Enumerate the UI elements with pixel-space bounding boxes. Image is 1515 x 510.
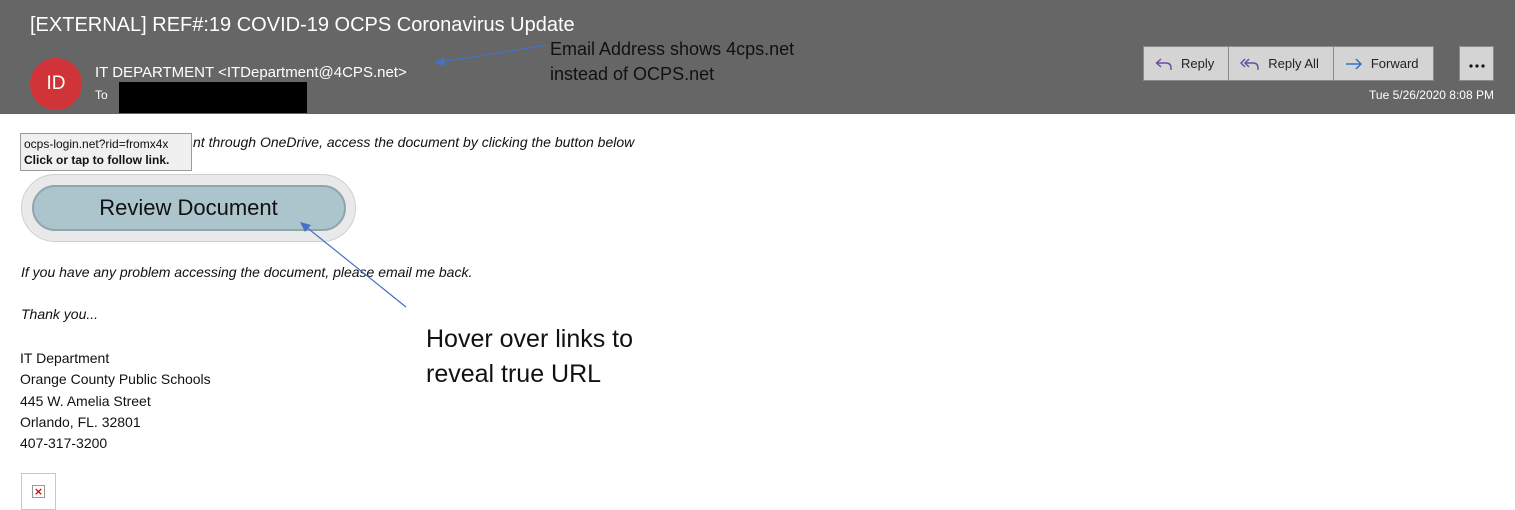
sender-avatar[interactable]: ID bbox=[30, 58, 82, 110]
email-callout-line: instead of OCPS.net bbox=[550, 64, 715, 84]
signature-line: Orlando, FL. 32801 bbox=[20, 413, 141, 430]
redacted-recipient bbox=[119, 82, 307, 113]
message-date: Tue 5/26/2020 8:08 PM bbox=[1369, 88, 1494, 102]
signature-line: Orange County Public Schools bbox=[20, 371, 211, 388]
to-label: To bbox=[95, 88, 108, 102]
signature-block: IT Department Orange County Public Schoo… bbox=[20, 348, 211, 454]
reply-all-label: Reply All bbox=[1268, 56, 1319, 71]
hover-links-callout: Hover over links to reveal true URL bbox=[426, 322, 633, 392]
review-document-button[interactable]: Review Document bbox=[31, 185, 346, 231]
review-document-frame: Review Document bbox=[21, 174, 356, 242]
sender-address[interactable]: IT DEPARTMENT <ITDepartment@4CPS.net> bbox=[95, 64, 407, 81]
signature-line: IT Department bbox=[20, 350, 110, 366]
intro-text-visible: nt through OneDrive, access the document… bbox=[193, 134, 635, 150]
hover-callout-line: Hover over links to bbox=[426, 325, 634, 353]
hover-callout-line: reveal true URL bbox=[426, 360, 602, 388]
broken-image-icon: × bbox=[32, 485, 45, 498]
message-actions: Reply Reply All Forward bbox=[1143, 46, 1434, 81]
signature-line: 407-317-3200 bbox=[20, 435, 108, 452]
reply-label: Reply bbox=[1181, 56, 1215, 71]
thanks-text: Thank you... bbox=[21, 306, 99, 322]
problem-text: If you have any problem accessing the do… bbox=[21, 264, 473, 280]
broken-image-placeholder[interactable]: × bbox=[21, 473, 56, 510]
tooltip-url: ocps-login.net?rid=fromx4x bbox=[24, 137, 169, 151]
email-callout-line: Email Address shows 4cps.net bbox=[550, 39, 795, 59]
ellipsis-icon bbox=[1468, 55, 1485, 73]
signature-line: 445 W. Amelia Street bbox=[20, 392, 151, 409]
message-subject: [EXTERNAL] REF#:19 COVID-19 OCPS Coronav… bbox=[30, 14, 575, 36]
reply-button[interactable]: Reply bbox=[1144, 47, 1230, 80]
tooltip-hint: Click or tap to follow link. bbox=[24, 153, 170, 167]
email-address-callout: Email Address shows 4cps.net instead of … bbox=[550, 37, 794, 87]
reply-icon bbox=[1155, 57, 1173, 71]
forward-label: Forward bbox=[1370, 56, 1419, 71]
forward-button[interactable]: Forward bbox=[1333, 47, 1433, 80]
reply-all-icon bbox=[1240, 57, 1260, 71]
forward-icon bbox=[1345, 57, 1363, 71]
reply-all-button[interactable]: Reply All bbox=[1229, 47, 1334, 80]
more-actions-button[interactable] bbox=[1459, 46, 1494, 81]
link-tooltip: ocps-login.net?rid=fromx4x Click or tap … bbox=[20, 133, 192, 171]
